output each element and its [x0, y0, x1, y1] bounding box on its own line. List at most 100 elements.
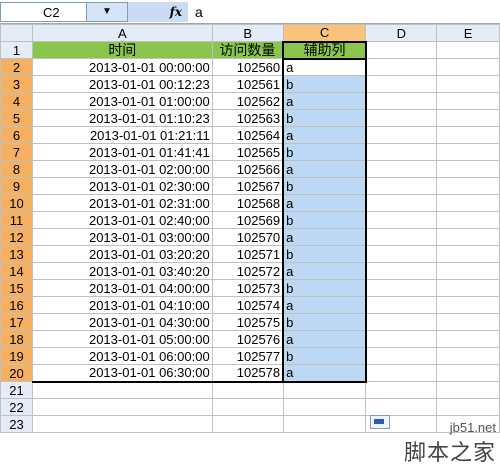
- cell-time[interactable]: 2013-01-01 05:00:00: [31, 330, 213, 348]
- cell-helper[interactable]: a: [282, 262, 367, 280]
- row-header[interactable]: 16: [0, 296, 33, 314]
- row-header[interactable]: 6: [0, 126, 33, 144]
- cell[interactable]: [365, 211, 438, 229]
- cell[interactable]: [365, 313, 438, 331]
- row-header[interactable]: 2: [0, 58, 33, 76]
- cell-helper[interactable]: a: [282, 194, 367, 212]
- cell-time[interactable]: 2013-01-01 04:10:00: [31, 296, 213, 314]
- cell-time[interactable]: 2013-01-01 02:30:00: [31, 177, 213, 195]
- row-header[interactable]: 19: [0, 347, 33, 365]
- row-header[interactable]: 12: [0, 228, 33, 246]
- row-header[interactable]: 13: [0, 245, 33, 263]
- column-header-e[interactable]: E: [436, 24, 500, 42]
- cell[interactable]: [436, 41, 500, 59]
- cell-time[interactable]: 2013-01-01 03:40:20: [31, 262, 213, 280]
- cell[interactable]: [31, 381, 213, 399]
- cell-time[interactable]: 2013-01-01 00:00:00: [31, 58, 213, 76]
- cell-count[interactable]: 102576: [211, 330, 284, 348]
- cell[interactable]: [436, 228, 500, 246]
- cell[interactable]: [365, 75, 438, 93]
- cell[interactable]: [365, 126, 438, 144]
- cell-helper[interactable]: a: [282, 92, 367, 110]
- cell-count[interactable]: 102561: [211, 75, 284, 93]
- cell[interactable]: [436, 75, 500, 93]
- cell[interactable]: [282, 381, 367, 399]
- cell[interactable]: [365, 262, 438, 280]
- row-header[interactable]: 15: [0, 279, 33, 297]
- cell[interactable]: [436, 381, 500, 399]
- cell[interactable]: [436, 160, 500, 178]
- cell[interactable]: [436, 364, 500, 382]
- cell[interactable]: [436, 313, 500, 331]
- cell[interactable]: [282, 398, 367, 416]
- row-header[interactable]: 5: [0, 109, 33, 127]
- cell-time[interactable]: 2013-01-01 03:20:20: [31, 245, 213, 263]
- cell-count[interactable]: 102573: [211, 279, 284, 297]
- cell-helper[interactable]: a: [282, 330, 367, 348]
- cell-count[interactable]: 102566: [211, 160, 284, 178]
- row-header[interactable]: 9: [0, 177, 33, 195]
- cell[interactable]: [365, 228, 438, 246]
- cell[interactable]: [211, 398, 284, 416]
- header-cell-helper[interactable]: 辅助列: [282, 40, 367, 60]
- row-header[interactable]: 11: [0, 211, 33, 229]
- cell[interactable]: [211, 415, 284, 433]
- cell[interactable]: [436, 143, 500, 161]
- auto-fill-options-icon[interactable]: [370, 415, 390, 429]
- row-header[interactable]: 17: [0, 313, 33, 331]
- cell[interactable]: [436, 58, 500, 76]
- cell[interactable]: [365, 347, 438, 365]
- cell[interactable]: [365, 92, 438, 110]
- cell-time[interactable]: 2013-01-01 06:00:00: [31, 347, 213, 365]
- cell-count[interactable]: 102574: [211, 296, 284, 314]
- cell[interactable]: [31, 415, 213, 433]
- insert-function-button[interactable]: fx: [128, 2, 188, 22]
- cell-time[interactable]: 2013-01-01 01:41:41: [31, 143, 213, 161]
- row-header[interactable]: 7: [0, 143, 33, 161]
- cell-time[interactable]: 2013-01-01 04:00:00: [31, 279, 213, 297]
- cell-count[interactable]: 102560: [211, 58, 284, 76]
- cell-time[interactable]: 2013-01-01 00:12:23: [31, 75, 213, 93]
- row-header[interactable]: 8: [0, 160, 33, 178]
- cell-time[interactable]: 2013-01-01 02:00:00: [31, 160, 213, 178]
- cell-time[interactable]: 2013-01-01 01:00:00: [31, 92, 213, 110]
- cell-count[interactable]: 102564: [211, 126, 284, 144]
- cell-helper[interactable]: b: [282, 279, 367, 297]
- cell-time[interactable]: 2013-01-01 01:21:11: [31, 126, 213, 144]
- cell[interactable]: [282, 415, 367, 433]
- cell-time[interactable]: 2013-01-01 04:30:00: [31, 313, 213, 331]
- cell[interactable]: [365, 279, 438, 297]
- cell[interactable]: [365, 109, 438, 127]
- cell[interactable]: [436, 262, 500, 280]
- row-header[interactable]: 4: [0, 92, 33, 110]
- cell-helper[interactable]: a: [282, 364, 367, 383]
- cell[interactable]: [365, 330, 438, 348]
- cell-helper[interactable]: b: [282, 347, 367, 365]
- column-header-d[interactable]: D: [365, 24, 438, 42]
- row-header[interactable]: 18: [0, 330, 33, 348]
- cell-count[interactable]: 102570: [211, 228, 284, 246]
- cell-helper[interactable]: a: [282, 160, 367, 178]
- cell[interactable]: [365, 364, 438, 382]
- cell[interactable]: [31, 398, 213, 416]
- cell-helper[interactable]: a: [282, 126, 367, 144]
- row-header[interactable]: 3: [0, 75, 33, 93]
- name-box[interactable]: C2 ▼: [0, 2, 128, 22]
- cell-count[interactable]: 102575: [211, 313, 284, 331]
- row-header[interactable]: 23: [0, 415, 33, 433]
- select-all-corner[interactable]: [0, 24, 33, 42]
- cell-helper[interactable]: b: [282, 211, 367, 229]
- cell-time[interactable]: 2013-01-01 02:31:00: [31, 194, 213, 212]
- chevron-down-icon[interactable]: ▼: [86, 3, 127, 21]
- row-header[interactable]: 22: [0, 398, 33, 416]
- row-header[interactable]: 14: [0, 262, 33, 280]
- cell-helper[interactable]: a: [282, 228, 367, 246]
- cell[interactable]: [436, 330, 500, 348]
- row-header[interactable]: 21: [0, 381, 33, 399]
- cell[interactable]: [365, 58, 438, 76]
- cell[interactable]: [365, 143, 438, 161]
- cell[interactable]: [365, 177, 438, 195]
- cell[interactable]: [436, 296, 500, 314]
- column-header-b[interactable]: B: [211, 24, 284, 42]
- cell[interactable]: [211, 381, 284, 399]
